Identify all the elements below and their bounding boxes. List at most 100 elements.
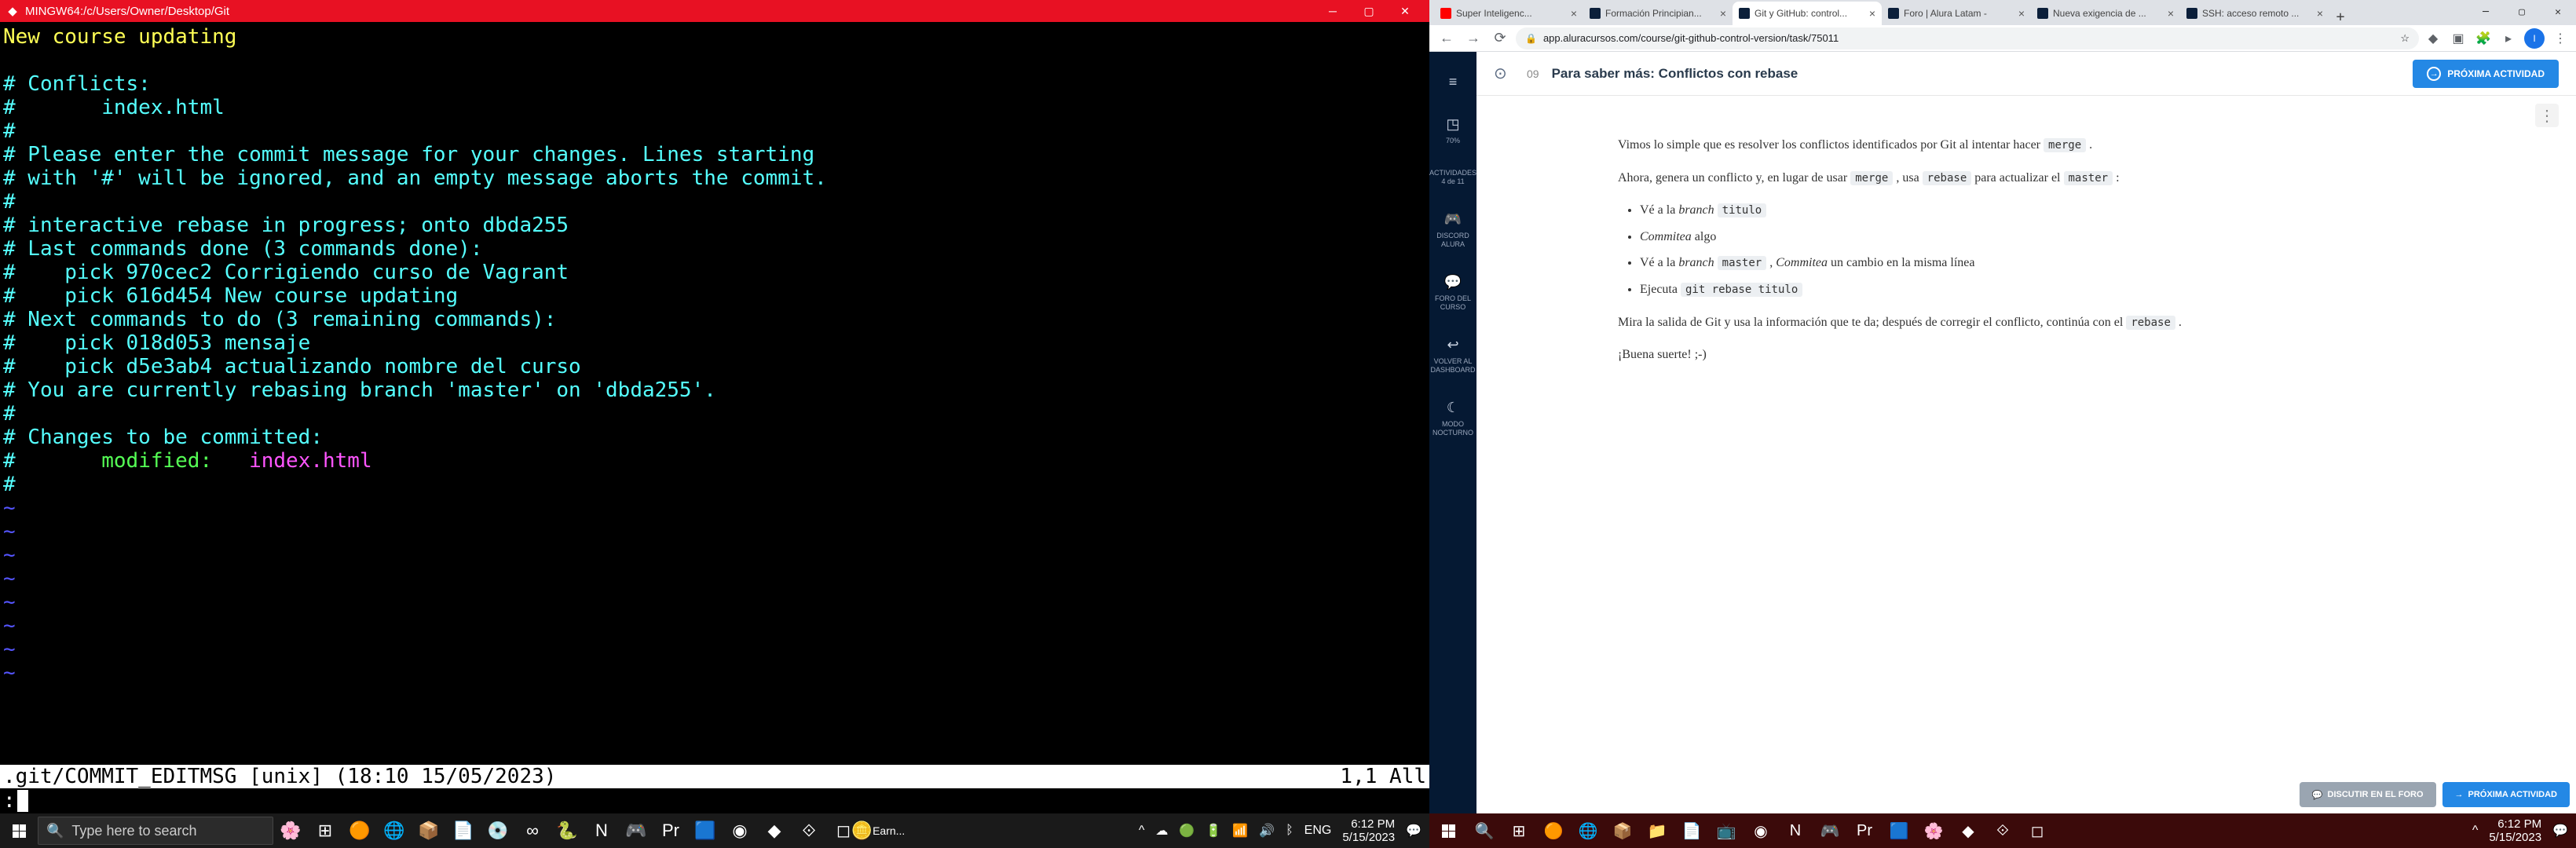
browser-tab[interactable]: Formación Principian...× — [1583, 2, 1733, 25]
xbox-icon[interactable]: 🎮 — [1813, 813, 1847, 848]
ext-icon[interactable]: ◆ — [2424, 29, 2442, 48]
menu-icon[interactable]: ⋮ — [2551, 29, 2570, 48]
tab-close-icon[interactable]: × — [2168, 7, 2174, 20]
vscode-icon[interactable]: ⟐ — [1985, 813, 2020, 848]
browser-maximize-button[interactable]: ▢ — [2504, 0, 2540, 24]
vs-icon[interactable]: ∞ — [515, 813, 550, 848]
profile-avatar[interactable]: I — [2524, 28, 2545, 49]
browser-minimize-button[interactable]: ─ — [2468, 0, 2504, 24]
battery-icon[interactable]: 🔋 — [1206, 823, 1221, 839]
next-activity-button-bottom[interactable]: →PRÓXIMA ACTIVIDAD — [2442, 782, 2570, 807]
browser-tab[interactable]: Super Inteligenc...× — [1434, 2, 1583, 25]
ext-icon[interactable]: ▸ — [2499, 29, 2518, 48]
volume-icon[interactable]: 🔊 — [1259, 823, 1275, 839]
reload-button[interactable]: ⟳ — [1489, 27, 1511, 49]
tab-close-icon[interactable]: × — [1571, 7, 1577, 20]
lesson-footer-buttons: 💬DISCUTIR EN EL FORO →PRÓXIMA ACTIVIDAD — [2300, 782, 2570, 807]
tab-close-icon[interactable]: × — [2018, 7, 2025, 20]
premiere-icon[interactable]: Pr — [653, 813, 688, 848]
sidebar-forum[interactable]: 💬FORO DEL CURSO — [1429, 269, 1476, 315]
vscode-icon[interactable]: ⟐ — [792, 813, 826, 848]
tab-close-icon[interactable]: × — [2317, 7, 2323, 20]
chrome-icon[interactable]: ◉ — [1744, 813, 1778, 848]
edge-icon[interactable]: 🌐 — [377, 813, 412, 848]
git-app-icon[interactable]: ◆ — [757, 813, 792, 848]
maximize-button[interactable]: ▢ — [1351, 0, 1387, 22]
tray-chevron-icon[interactable]: ^ — [1139, 824, 1145, 838]
back-button[interactable]: ← — [1436, 27, 1458, 49]
tb-app-icon-3[interactable]: 📄 — [446, 813, 481, 848]
sidebar-activities[interactable]: ACTIVIDADES 4 de 11 — [1429, 166, 1476, 189]
minimize-button[interactable]: ─ — [1315, 0, 1351, 22]
taskbar-right[interactable]: 🔍 ⊞ 🟠 🌐 📦 📁 📄 📺 ◉ N 🎮 Pr 🟦 🌸 ◆ ⟐ ◻ ^ 6:1… — [1429, 813, 2576, 848]
xbox-icon[interactable]: 🎮 — [619, 813, 653, 848]
terminal-titlebar[interactable]: ◆ MINGW64:/c/Users/Owner/Desktop/Git ─ ▢… — [0, 0, 1429, 22]
address-bar[interactable]: 🔒 app.aluracursos.com/course/git-github-… — [1516, 27, 2419, 49]
onedrive-icon[interactable]: ☁ — [1155, 823, 1168, 839]
tb-disc-icon[interactable]: 💿 — [481, 813, 515, 848]
netflix-icon[interactable]: N — [1778, 813, 1813, 848]
watch-icon[interactable]: ⊙ — [1494, 64, 1514, 84]
browser-close-button[interactable]: ✕ — [2540, 0, 2576, 24]
chrome-icon[interactable]: ◉ — [723, 813, 757, 848]
browser-tab[interactable]: Foro | Alura Latam -× — [1882, 2, 2031, 25]
language-indicator[interactable]: ENG — [1304, 824, 1332, 838]
tb-app-icon[interactable]: 🌸 — [1916, 813, 1951, 848]
sidebar-menu-toggle[interactable]: ≡ — [1429, 69, 1476, 94]
taskbar-left[interactable]: 🔍 Type here to search 🌸 ⊞ 🟠 🌐 📦 📄 💿 ∞ 🐍 … — [0, 813, 1429, 848]
browser-tab-active[interactable]: Git y GitHub: control...× — [1733, 2, 1882, 25]
code-master: master — [2064, 171, 2113, 185]
git-app-icon[interactable]: ◆ — [1951, 813, 1985, 848]
next-activity-button[interactable]: → PRÓXIMA ACTIVIDAD — [2413, 60, 2559, 88]
discuss-forum-button[interactable]: 💬DISCUTIR EN EL FORO — [2300, 782, 2436, 807]
tb-app-icon-4[interactable]: 🐍 — [550, 813, 584, 848]
wifi-icon[interactable]: 📶 — [1232, 823, 1248, 839]
browser-tabstrip[interactable]: Super Inteligenc...× Formación Principia… — [1429, 0, 2576, 25]
notifications-icon[interactable]: 💬 — [1406, 823, 1422, 839]
search-icon[interactable]: 🔍 — [1467, 813, 1502, 848]
tb-app-icon[interactable]: ◻ — [2020, 813, 2055, 848]
folder-icon[interactable]: 📁 — [1640, 813, 1674, 848]
tray-app-icon[interactable]: 🟢 — [1179, 823, 1195, 839]
close-button[interactable]: ✕ — [1387, 0, 1423, 22]
edge-icon[interactable]: 🌐 — [1571, 813, 1605, 848]
vim-command-line[interactable]: : — [0, 788, 1429, 813]
start-button[interactable] — [1429, 813, 1467, 848]
ext-icon[interactable]: ▣ — [2449, 29, 2468, 48]
browser-tab[interactable]: SSH: acceso remoto ...× — [2180, 2, 2329, 25]
tb-app-icon[interactable]: 📦 — [1605, 813, 1640, 848]
star-icon[interactable]: ☆ — [2400, 32, 2410, 45]
tb-app-icon-5[interactable]: 🟦 — [688, 813, 723, 848]
taskbar-search[interactable]: 🔍 Type here to search — [38, 817, 273, 845]
bluetooth-icon[interactable]: ᛒ — [1286, 824, 1293, 838]
sidebar-dashboard[interactable]: ↩VOLVER AL DASHBOARD — [1429, 332, 1476, 378]
premiere-icon[interactable]: Pr — [1847, 813, 1882, 848]
earn-button[interactable]: 🪙 Earn... — [861, 813, 895, 848]
forward-button[interactable]: → — [1462, 27, 1484, 49]
tb-app-icon-2[interactable]: 📦 — [412, 813, 446, 848]
tb-app-icon[interactable]: 🟠 — [1536, 813, 1571, 848]
terminal-editor[interactable]: New course updating # Conflicts: # index… — [0, 22, 1429, 765]
task-view-icon[interactable]: ⊞ — [308, 813, 342, 848]
netflix-icon[interactable]: N — [584, 813, 619, 848]
tray-chevron-icon[interactable]: ^ — [2472, 824, 2479, 838]
lesson-menu-button[interactable]: ⋮ — [2535, 104, 2559, 127]
tb-flower-icon[interactable]: 🌸 — [273, 813, 308, 848]
tab-close-icon[interactable]: × — [1720, 7, 1726, 20]
task-view-icon[interactable]: ⊞ — [1502, 813, 1536, 848]
tb-app-icon[interactable]: 🟠 — [342, 813, 377, 848]
sidebar-dark-mode[interactable]: ☾MODO NOCTURNO — [1429, 395, 1476, 440]
tb-app-icon[interactable]: 🟦 — [1882, 813, 1916, 848]
new-tab-button[interactable]: + — [2329, 9, 2351, 25]
notifications-icon[interactable]: 💬 — [2552, 823, 2568, 839]
start-button[interactable] — [0, 813, 38, 848]
taskbar-clock[interactable]: 6:12 PM 5/15/2023 — [2489, 817, 2541, 844]
browser-tab[interactable]: Nueva exigencia de ...× — [2031, 2, 2180, 25]
tab-close-icon[interactable]: × — [1869, 7, 1875, 20]
tb-app-icon[interactable]: 📺 — [1709, 813, 1744, 848]
sidebar-progress[interactable]: ◳70% — [1429, 111, 1476, 148]
tb-app-icon[interactable]: 📄 — [1674, 813, 1709, 848]
extensions-icon[interactable]: 🧩 — [2474, 29, 2493, 48]
taskbar-clock[interactable]: 6:12 PM 5/15/2023 — [1342, 817, 1395, 844]
sidebar-discord[interactable]: 🎮DISCORD ALURA — [1429, 207, 1476, 252]
